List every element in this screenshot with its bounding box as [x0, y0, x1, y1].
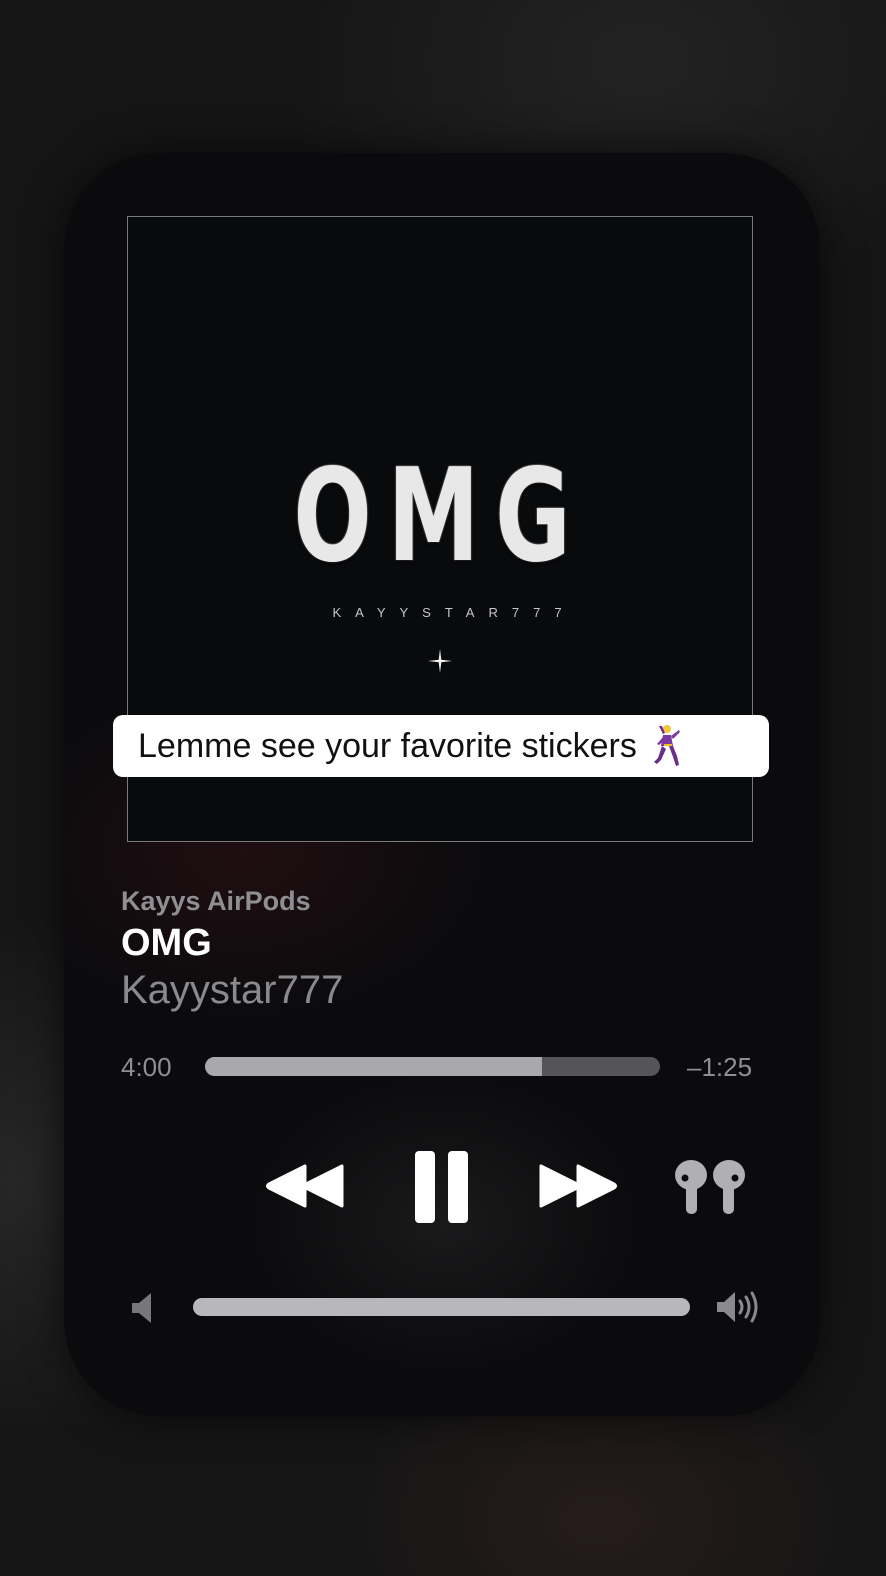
volume-min-indicator [131, 1292, 153, 1324]
playback-progress-fill [205, 1057, 542, 1076]
now-playing-card: OMG KAYYSTAR777 [64, 153, 820, 1416]
volume-max-indicator [716, 1290, 762, 1324]
fast-forward-icon [539, 1164, 617, 1208]
sparkle-icon [428, 649, 452, 673]
volume-slider[interactable] [193, 1298, 690, 1316]
volume-high-icon [717, 1291, 758, 1323]
time-elapsed: 4:00 [121, 1052, 172, 1082]
song-artist[interactable]: Kayystar777 [121, 968, 343, 1013]
fast-forward-button[interactable] [539, 1162, 617, 1210]
caption-text: Lemme see your favorite stickers [138, 726, 637, 765]
airpods-icon [675, 1160, 745, 1214]
volume-low-icon [132, 1293, 151, 1323]
artwork-title: OMG [293, 442, 587, 591]
pause-button[interactable] [414, 1150, 470, 1224]
output-device-label: Kayys AirPods [121, 886, 311, 916]
rewind-button[interactable] [266, 1162, 344, 1210]
page: OMG KAYYSTAR777 Lemme see your favorite … [0, 0, 886, 1576]
caption-sticker: Lemme see your favorite stickers [113, 715, 769, 777]
volume-level-fill [193, 1298, 690, 1316]
time-remaining: –1:25 [687, 1052, 753, 1082]
dancing-person-icon [653, 725, 680, 766]
airpods-output-button[interactable] [672, 1158, 748, 1216]
artwork-subtitle: KAYYSTAR777 [332, 605, 576, 620]
pause-icon [415, 1151, 468, 1223]
playback-scrubber[interactable] [205, 1057, 660, 1076]
song-title: OMG [121, 922, 212, 964]
rewind-icon [266, 1164, 344, 1208]
